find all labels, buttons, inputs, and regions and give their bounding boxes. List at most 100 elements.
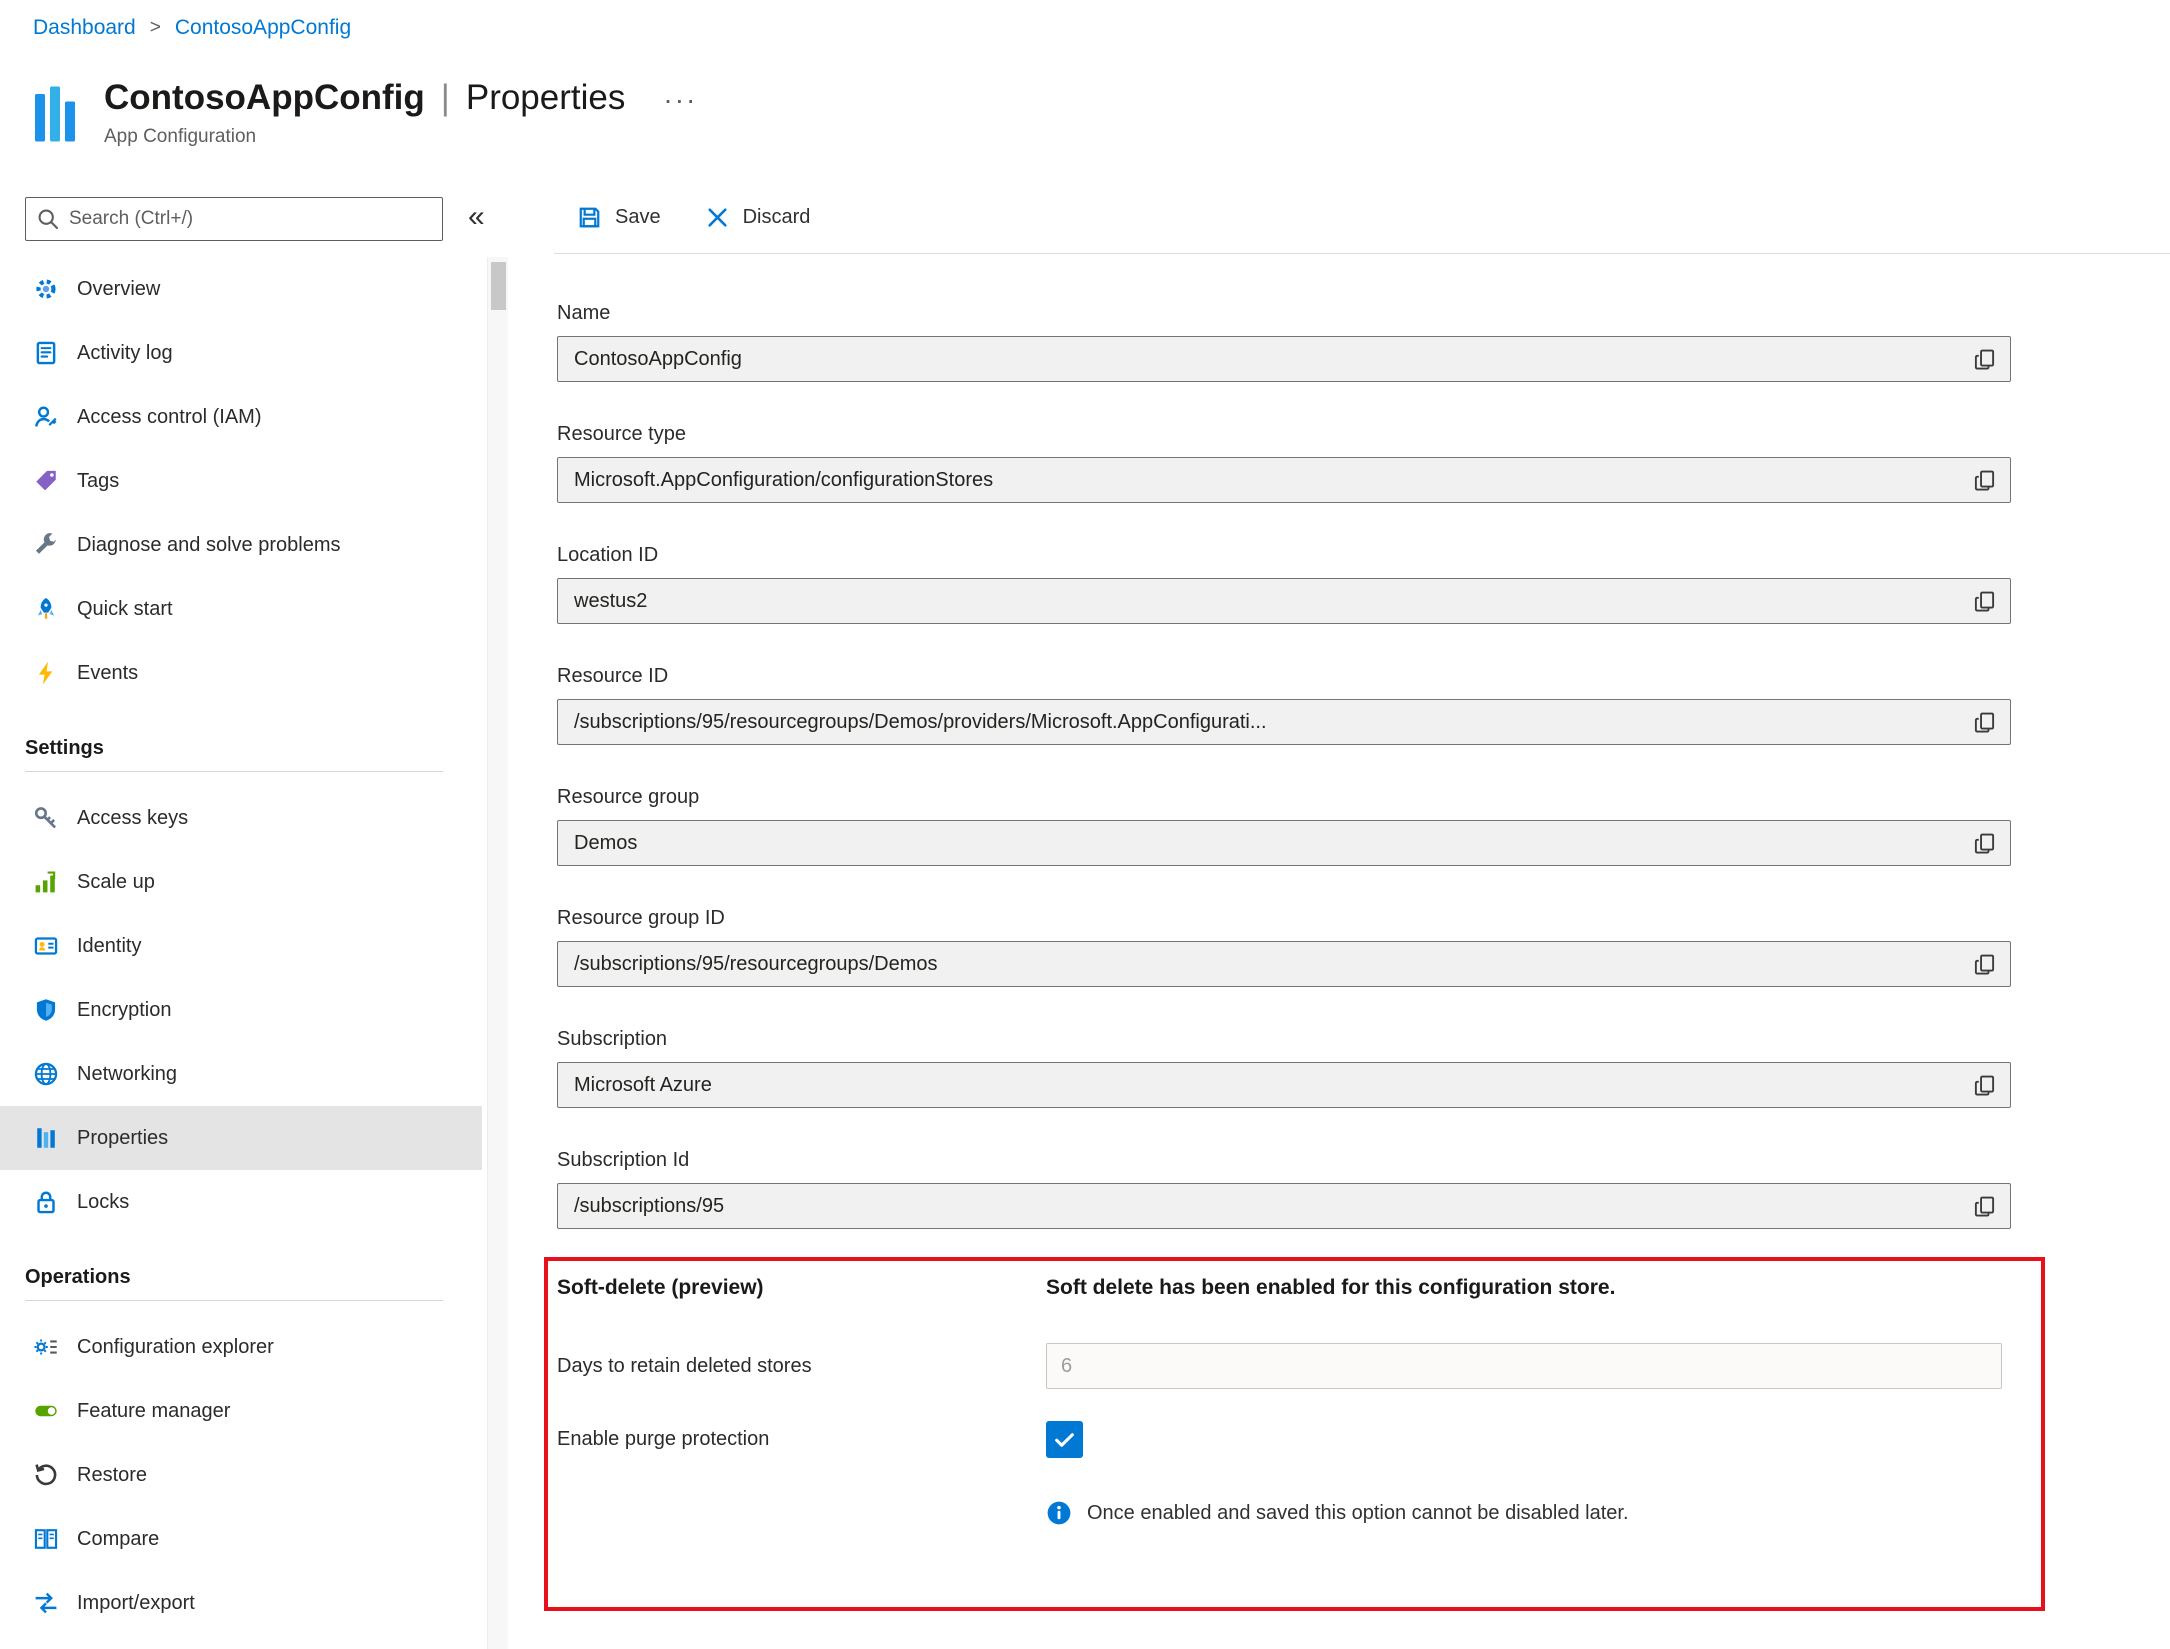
copy-icon — [1973, 1195, 1996, 1218]
sidebar-item-label: Access control (IAM) — [77, 405, 262, 428]
sidebar-section-divider — [25, 1300, 443, 1301]
more-options-button[interactable]: ··· — [663, 80, 697, 116]
sidebar-item-quick-start[interactable]: Quick start — [0, 577, 482, 641]
purge-protection-checkbox[interactable] — [1046, 1421, 1083, 1458]
sidebar-item-label: Scale up — [77, 870, 155, 893]
copy-button[interactable] — [1958, 1063, 2010, 1107]
field-label: Resource group ID — [557, 907, 725, 929]
breadcrumb-resource-link[interactable]: ContosoAppConfig — [175, 16, 351, 40]
sidebar-item-scale-up[interactable]: Scale up — [0, 850, 482, 914]
sidebar-item-access-keys[interactable]: Access keys — [0, 786, 482, 850]
sidebar-section-settings: Settings — [25, 736, 104, 759]
copy-icon — [1973, 469, 1996, 492]
field-value: Microsoft Azure — [574, 1073, 712, 1096]
breadcrumb-separator: > — [149, 17, 161, 38]
search-input[interactable] — [69, 208, 432, 230]
retention-days-row: Days to retain deleted stores — [548, 1343, 2041, 1389]
field-value: /subscriptions/95 — [574, 1194, 725, 1217]
access-control-person-icon — [33, 404, 59, 430]
field-textbox: westus2 — [557, 578, 2011, 624]
sidebar-item-locks[interactable]: Locks — [0, 1170, 482, 1234]
field-textbox: Microsoft Azure — [557, 1062, 2011, 1108]
retention-days-input — [1046, 1343, 2002, 1389]
page-header: ContosoAppConfig | Properties ··· App Co… — [32, 78, 697, 148]
sidebar-item-feature-manager[interactable]: Feature manager — [0, 1379, 482, 1443]
command-bar: Save Discard — [577, 193, 854, 241]
sidebar-item-activity-log[interactable]: Activity log — [0, 321, 482, 385]
breadcrumb-dashboard-link[interactable]: Dashboard — [33, 16, 136, 40]
lock-icon — [33, 1189, 59, 1215]
field-value: /subscriptions/95/resourcegroups/Demos — [574, 952, 938, 975]
app-configuration-icon — [32, 84, 78, 148]
sidebar-item-label: Encryption — [77, 998, 172, 1021]
sidebar-item-overview[interactable]: Overview — [0, 257, 482, 321]
field-label: Location ID — [557, 544, 659, 566]
soft-delete-status-text: Soft delete has been enabled for this co… — [1046, 1276, 1616, 1299]
restore-arrow-icon — [33, 1462, 59, 1488]
sidebar-item-label: Diagnose and solve problems — [77, 533, 341, 556]
sidebar-item-compare[interactable]: Compare — [0, 1507, 482, 1571]
scale-up-bars-icon — [33, 869, 59, 895]
copy-button[interactable] — [1958, 700, 2010, 744]
checkmark-icon — [1052, 1427, 1077, 1452]
copy-button[interactable] — [1958, 337, 2010, 381]
copy-icon — [1973, 953, 1996, 976]
copy-button[interactable] — [1958, 458, 2010, 502]
overview-gear-icon — [33, 276, 59, 302]
sidebar-scrollbar[interactable] — [487, 257, 508, 1649]
soft-delete-heading: Soft-delete (preview) — [557, 1276, 764, 1299]
sidebar-item-properties[interactable]: Properties — [0, 1106, 482, 1170]
field-subscription: Subscription Microsoft Azure — [557, 1027, 2011, 1108]
sidebar-item-label: Events — [77, 661, 139, 684]
lightning-icon — [33, 660, 59, 686]
copy-icon — [1973, 348, 1996, 371]
sidebar-item-restore[interactable]: Restore — [0, 1443, 482, 1507]
sidebar-item-events[interactable]: Events — [0, 641, 482, 705]
field-resource-id: Resource ID /subscriptions/95/resourcegr… — [557, 664, 2011, 745]
sidebar-item-label: Import/export — [77, 1591, 195, 1614]
shield-icon — [33, 997, 59, 1023]
resource-type-subtitle: App Configuration — [104, 126, 257, 147]
field-textbox: /subscriptions/95/resourcegroups/Demos/p… — [557, 699, 2011, 745]
properties-bars-icon — [33, 1125, 59, 1151]
field-label: Subscription Id — [557, 1149, 690, 1171]
scrollbar-thumb[interactable] — [490, 262, 506, 310]
sidebar-item-import-export[interactable]: Import/export — [0, 1571, 482, 1635]
sidebar-item-access-control[interactable]: Access control (IAM) — [0, 385, 482, 449]
sidebar-item-encryption[interactable]: Encryption — [0, 978, 482, 1042]
field-label: Resource group — [557, 786, 700, 808]
discard-button[interactable]: Discard — [705, 205, 855, 230]
sidebar-item-networking[interactable]: Networking — [0, 1042, 482, 1106]
copy-button[interactable] — [1958, 579, 2010, 623]
sidebar-item-configuration-explorer[interactable]: Configuration explorer — [0, 1315, 482, 1379]
field-resource-type: Resource type Microsoft.AppConfiguration… — [557, 422, 2011, 503]
gear-list-icon — [33, 1334, 59, 1360]
field-value: westus2 — [574, 589, 648, 612]
toolbar-divider — [554, 253, 2170, 254]
copy-button[interactable] — [1958, 821, 2010, 865]
collapse-sidebar-button[interactable]: « — [468, 200, 485, 234]
field-label: Resource type — [557, 423, 686, 445]
wrench-icon — [33, 532, 59, 558]
sidebar-item-tags[interactable]: Tags — [0, 449, 482, 513]
sidebar-item-label: Quick start — [77, 597, 173, 620]
sidebar-item-identity[interactable]: Identity — [0, 914, 482, 978]
soft-delete-header-row: Soft-delete (preview) Soft delete has be… — [548, 1275, 2041, 1301]
field-resource-group-id: Resource group ID /subscriptions/95/reso… — [557, 906, 2011, 987]
activity-log-icon — [33, 340, 59, 366]
sidebar-item-label: Feature manager — [77, 1399, 231, 1422]
field-textbox: Demos — [557, 820, 2011, 866]
sidebar-item-diagnose[interactable]: Diagnose and solve problems — [0, 513, 482, 577]
sidebar-item-label: Identity — [77, 934, 142, 957]
field-label: Resource ID — [557, 665, 669, 687]
sidebar-item-label: Locks — [77, 1190, 130, 1213]
discard-label: Discard — [742, 205, 811, 228]
copy-button[interactable] — [1958, 1184, 2010, 1228]
properties-fields: Name ContosoAppConfig Resource type Micr… — [557, 301, 2011, 1269]
sidebar-item-label: Properties — [77, 1126, 169, 1149]
copy-icon — [1973, 832, 1996, 855]
save-button[interactable]: Save — [577, 205, 705, 230]
page-title: ContosoAppConfig | Properties ··· — [104, 78, 697, 118]
copy-button[interactable] — [1958, 942, 2010, 986]
toggle-icon — [33, 1398, 59, 1424]
